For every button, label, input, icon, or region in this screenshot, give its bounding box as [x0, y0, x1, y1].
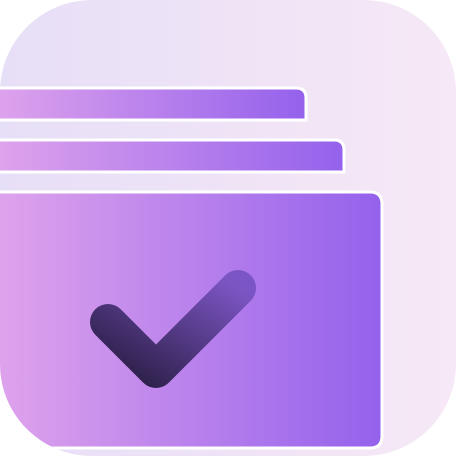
stacked-cards-check-svg — [0, 0, 456, 456]
back-card-strip — [0, 86, 308, 122]
middle-card-strip — [0, 138, 346, 174]
app-icon[interactable] — [0, 0, 456, 456]
